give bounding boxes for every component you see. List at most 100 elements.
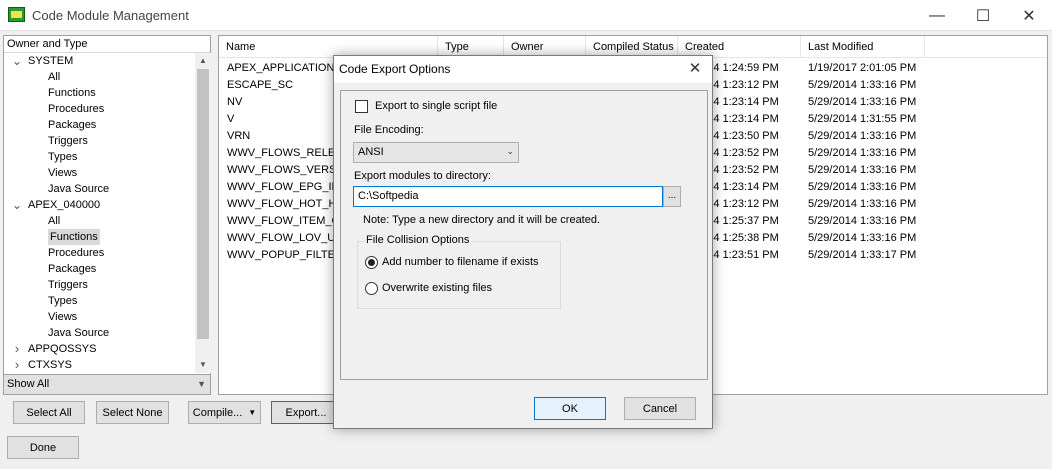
scroll-up-icon[interactable]: ▲ (195, 53, 211, 69)
tree-node-label: All (48, 71, 61, 83)
tree-type-node[interactable]: Packages (4, 261, 194, 277)
scroll-down-icon[interactable]: ▼ (195, 357, 211, 373)
dialog-close-icon[interactable]: ✕ (682, 58, 708, 80)
tree-type-node[interactable]: Procedures (4, 245, 194, 261)
cell-name: APEX_APPLICATION_C (227, 62, 335, 74)
tree-scrollbar[interactable]: ▲ ▼ (195, 53, 211, 373)
cell-name: WWV_FLOW_HOT_HT (227, 198, 335, 210)
owner-type-tree[interactable]: Owner and Type ⌄ SYSTEM All Functions Proced… (3, 35, 211, 395)
tree-type-node[interactable]: Java Source (4, 181, 194, 197)
select-all-button[interactable]: Select All (13, 401, 85, 424)
single-script-label[interactable]: Export to single script file (375, 100, 497, 112)
ok-button[interactable]: OK (534, 397, 606, 420)
overwrite-radio[interactable] (365, 282, 378, 295)
close-button[interactable]: ✕ (1006, 0, 1052, 31)
tree-type-node[interactable]: Java Source (4, 325, 194, 341)
tree-owner-node[interactable]: › APPQOSSYS (4, 341, 194, 357)
tree-type-node[interactable]: Triggers (4, 133, 194, 149)
chevron-down-icon[interactable]: ⌄ (12, 197, 22, 213)
owner-filter-value: Show All (7, 378, 50, 390)
dialog-title: Code Export Options (339, 62, 451, 76)
done-button[interactable]: Done (7, 436, 79, 459)
cell-modified: 5/29/2014 1:33:16 PM (808, 164, 917, 176)
chevron-right-icon[interactable]: › (12, 357, 22, 373)
tree-node-label: Packages (48, 263, 97, 275)
cell-name: WWV_FLOW_LOV_USI (227, 232, 335, 244)
tree-type-node[interactable]: Views (4, 165, 194, 181)
tree-header: Owner and Type (4, 36, 210, 53)
collision-options-group: File Collision Options Add number to fil… (357, 234, 561, 309)
encoding-label: File Encoding: (354, 124, 424, 136)
encoding-select[interactable]: ANSI ⌄ (353, 142, 519, 163)
directory-note: Note: Type a new directory and it will b… (363, 214, 601, 226)
done-label: Done (29, 441, 57, 454)
tree-type-node[interactable]: Functions (4, 229, 194, 245)
cell-modified: 5/29/2014 1:33:16 PM (808, 147, 917, 159)
tree-owner-node[interactable]: › CTXSYS (4, 357, 194, 373)
compile-button[interactable]: Compile... ▼ (188, 401, 261, 424)
compile-label: Compile... (192, 406, 243, 419)
tree-body[interactable]: ⌄ SYSTEM All Functions Procedures Packages Tri… (4, 53, 195, 373)
title-bar: Code Module Management — ☐ ✕ (0, 0, 1052, 31)
ok-label: OK (562, 402, 578, 415)
dialog-title-bar: Code Export Options ✕ (334, 56, 712, 83)
chevron-down-icon: ⌄ (506, 146, 514, 156)
export-options-panel: Export to single script file File Encodi… (340, 90, 708, 380)
encoding-value: ANSI (358, 146, 384, 158)
tree-node-label: Packages (48, 119, 97, 131)
minimize-button[interactable]: — (914, 0, 960, 31)
maximize-button[interactable]: ☐ (960, 0, 1006, 31)
close-icon: ✕ (1022, 7, 1036, 25)
tree-owner-node[interactable]: ⌄ APEX_040000 (4, 197, 194, 213)
select-all-label: Select All (26, 406, 72, 419)
cell-modified: 1/19/2017 2:01:05 PM (808, 62, 917, 74)
tree-type-node[interactable]: All (4, 213, 194, 229)
tree-type-node[interactable]: Views (4, 309, 194, 325)
tree-node-label: Java Source (48, 183, 110, 195)
column-header[interactable]: Last Modified (801, 36, 925, 58)
tree-type-node[interactable]: Procedures (4, 101, 194, 117)
single-script-checkbox[interactable] (355, 100, 368, 113)
tree-node-label: SYSTEM (28, 55, 74, 67)
add-number-radio[interactable] (365, 256, 378, 269)
chevron-down-icon: ▼ (197, 379, 206, 389)
tree-type-node[interactable]: Functions (4, 85, 194, 101)
cancel-label: Cancel (642, 402, 678, 415)
cell-name: WWV_FLOWS_VERSIC (227, 164, 335, 176)
chevron-down-icon[interactable]: ⌄ (12, 53, 22, 69)
cell-name: V (227, 113, 235, 125)
cell-name: WWV_FLOWS_RELEAS (227, 147, 335, 159)
cell-modified: 5/29/2014 1:33:16 PM (808, 215, 917, 227)
cell-name: WWV_POPUP_FILTER (227, 249, 335, 261)
owner-filter-select[interactable]: Show All ▼ (4, 374, 210, 394)
tree-owner-node[interactable]: ⌄ SYSTEM (4, 53, 194, 69)
tree-type-node[interactable]: Types (4, 293, 194, 309)
select-none-button[interactable]: Select None (96, 401, 169, 424)
scroll-thumb[interactable] (197, 69, 209, 339)
tree-node-label: Functions (48, 229, 100, 245)
cell-modified: 5/29/2014 1:33:16 PM (808, 232, 917, 244)
directory-input[interactable]: C:\Softpedia (353, 186, 663, 207)
tree-node-label: Views (48, 167, 78, 179)
tree-node-label: Procedures (48, 103, 105, 115)
add-number-label[interactable]: Add number to filename if exists (382, 256, 539, 268)
tree-node-label: Java Source (48, 327, 110, 339)
chevron-right-icon[interactable]: › (12, 341, 22, 357)
maximize-icon: ☐ (975, 7, 991, 25)
cell-name: NV (227, 96, 243, 108)
cell-modified: 5/29/2014 1:31:55 PM (808, 113, 917, 125)
chevron-down-icon: ▼ (248, 408, 257, 417)
cell-name: VRN (227, 130, 251, 142)
browse-button[interactable]: ... (663, 186, 681, 207)
cell-name: WWV_FLOW_EPG_INC (227, 181, 335, 193)
cancel-button[interactable]: Cancel (624, 397, 696, 420)
tree-node-label: APEX_040000 (28, 199, 101, 211)
export-button[interactable]: Export... (271, 401, 341, 424)
tree-type-node[interactable]: Packages (4, 117, 194, 133)
tree-type-node[interactable]: Types (4, 149, 194, 165)
tree-type-node[interactable]: All (4, 69, 194, 85)
tree-node-label: Triggers (48, 135, 88, 147)
export-label: Export... (285, 406, 327, 419)
tree-type-node[interactable]: Triggers (4, 277, 194, 293)
overwrite-label[interactable]: Overwrite existing files (382, 282, 492, 294)
